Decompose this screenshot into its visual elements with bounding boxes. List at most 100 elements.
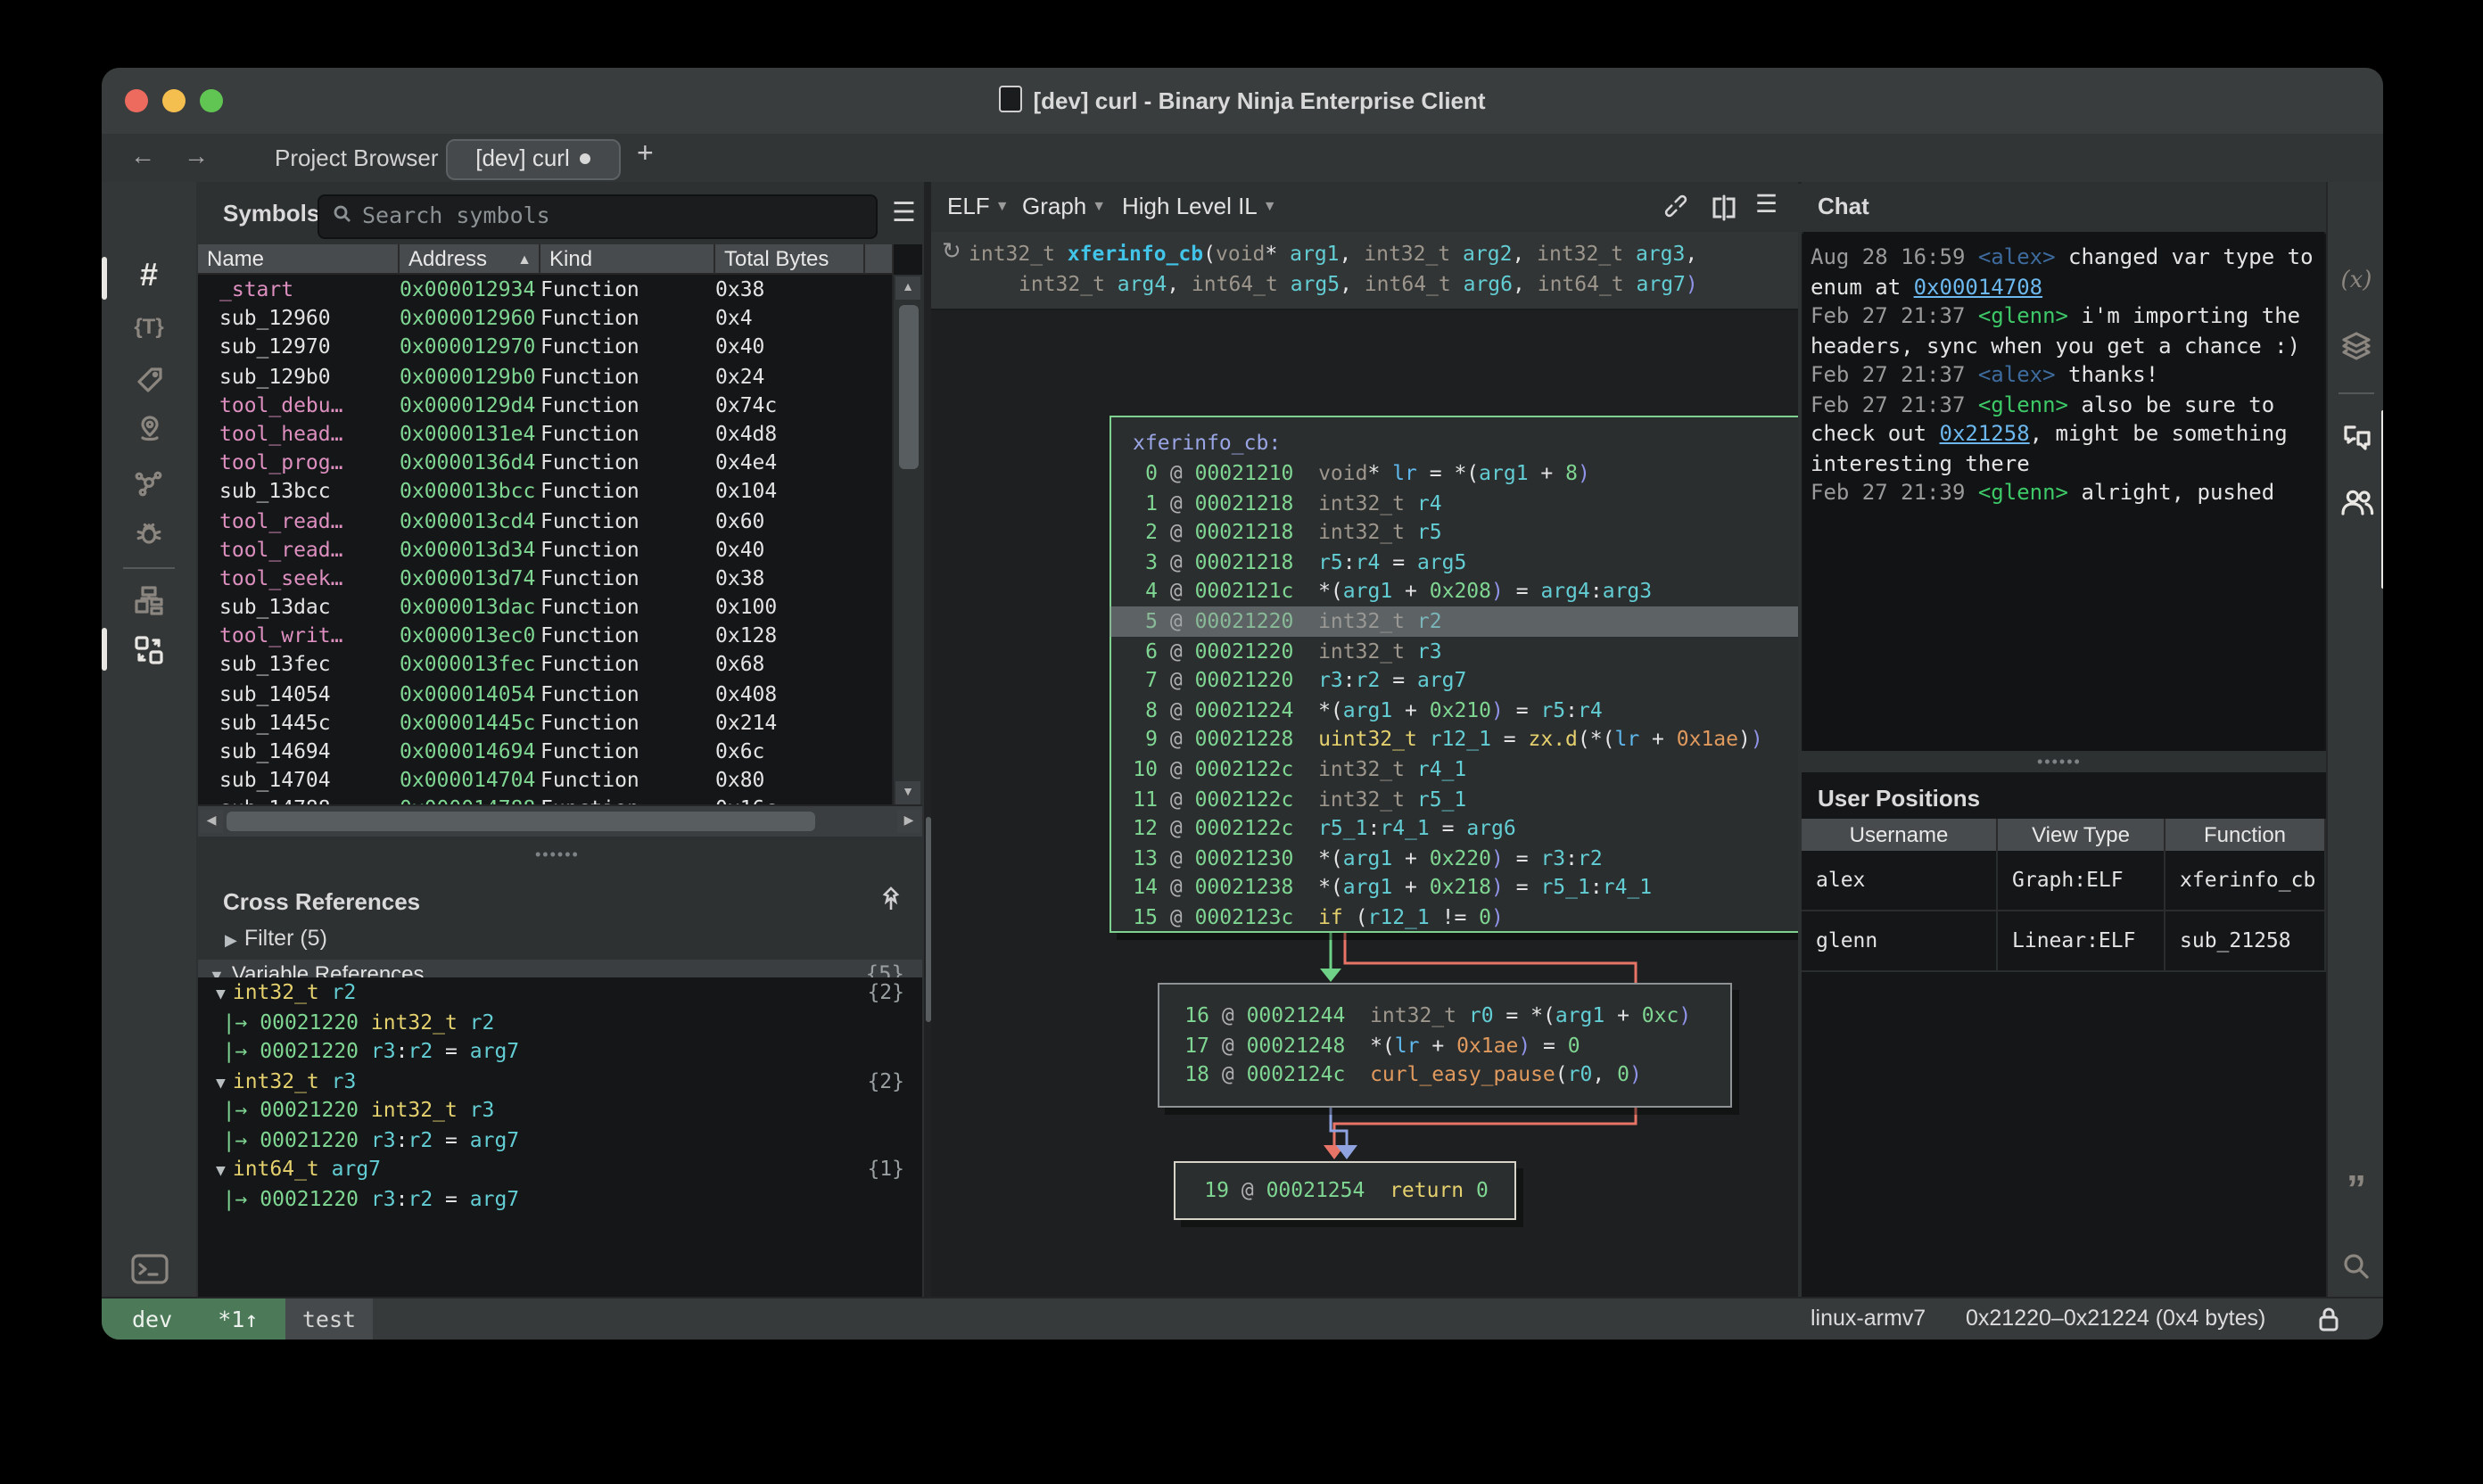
il-line-9[interactable]: 9 @ 00021228 uint32_t r12_1 = zx.d(*(lr … — [1133, 725, 1798, 754]
scroll-down-icon[interactable]: ▼ — [895, 781, 920, 804]
column-header-function[interactable]: Function — [2165, 819, 2326, 851]
xref-entry-row[interactable]: |→ 00021220 r3:r2 = arg7 — [198, 1125, 922, 1154]
chat-positions-splitter[interactable]: •••••• — [1802, 751, 2326, 772]
symbol-row[interactable]: tool_debu…0x0000129d4Function0x74c — [198, 391, 922, 419]
tab-dev-curl[interactable]: [dev] curl — [446, 139, 621, 180]
xref-group-row[interactable]: ▼int32_t r2{2} — [198, 977, 922, 1007]
symbol-row[interactable]: tool_prog…0x0000136d4Function0x4e4 — [198, 448, 922, 476]
expanded-arrow-icon[interactable]: ▼ — [216, 1075, 226, 1092]
il-line-11[interactable]: 11 @ 0002122c int32_t r5_1 — [1133, 784, 1798, 813]
triage-graph-icon[interactable] — [102, 467, 196, 507]
function-signature-line2[interactable]: int32_t arg4, int64_t arg5, int64_t arg6… — [1019, 269, 1698, 300]
xref-group-row[interactable]: ▼int32_t r3{2} — [198, 1066, 922, 1095]
il-line-4[interactable]: 4 @ 0002121c *(arg1 + 0x208) = arg4:arg3 — [1133, 577, 1798, 606]
il-line-1[interactable]: 1 @ 00021218 int32_t r4 — [1133, 488, 1798, 517]
symbol-row[interactable]: tool_read…0x000013d34Function0x40 — [198, 534, 922, 563]
symbol-row[interactable]: sub_13fec0x000013fecFunction0x68 — [198, 650, 922, 679]
symbol-row[interactable]: sub_129700x000012970Function0x40 — [198, 333, 922, 361]
symbols-hash-icon[interactable]: # — [102, 257, 196, 294]
panel-splitter-handle[interactable]: •••••• — [535, 845, 580, 863]
symbol-row[interactable]: sub_129b00x0000129b0Function0x24 — [198, 361, 922, 390]
symbol-row[interactable]: sub_147040x000014704Function0x80 — [198, 765, 922, 794]
symbol-row[interactable]: sub_13dac0x000013dacFunction0x100 — [198, 592, 922, 621]
il-line-6[interactable]: 6 @ 00021220 int32_t r3 — [1133, 636, 1798, 665]
strings-quote-icon[interactable]: ” — [2328, 1177, 2383, 1202]
function-refresh-icon[interactable]: ↻ — [942, 237, 961, 266]
branch-status[interactable]: dev *1↑ 1↓ — [102, 1298, 285, 1340]
scroll-right-icon[interactable]: ▶ — [897, 809, 920, 832]
il-line-16[interactable]: 16 @ 00021244 int32_t r0 = *(arg1 + 0xc) — [1184, 1001, 1730, 1030]
sync-icon[interactable] — [102, 635, 196, 674]
forward-icon[interactable]: → — [184, 141, 209, 169]
symbol-row[interactable]: tool_seek…0x000013d74Function0x38 — [198, 564, 922, 592]
tag-icon[interactable] — [102, 366, 196, 403]
scroll-up-icon[interactable]: ▲ — [895, 276, 920, 300]
vertical-splitter[interactable] — [924, 182, 931, 1340]
stack-layers-icon[interactable] — [2328, 332, 2383, 369]
symbols-vscroll-handle[interactable] — [898, 305, 918, 469]
chat-bubbles-icon[interactable] — [2328, 425, 2383, 462]
il-line-13[interactable]: 13 @ 00021230 *(arg1 + 0x220) = r3:r2 — [1133, 843, 1798, 872]
block-label[interactable]: xferinfo_cb: — [1133, 428, 1798, 458]
column-header-address[interactable]: Address▲ — [400, 244, 540, 275]
function-signature-line1[interactable]: int32_t xferinfo_cb(void* arg1, int32_t … — [969, 239, 1697, 269]
il-line-5[interactable]: 5 @ 00021220 int32_t r2 — [1133, 606, 1798, 636]
symbols-vertical-scrollbar[interactable]: ▲ ▼ — [892, 275, 922, 806]
column-header-kind[interactable]: Kind — [540, 244, 715, 275]
symbols-hscroll-handle[interactable] — [227, 812, 815, 831]
pin-icon[interactable] — [879, 886, 903, 922]
link-icon[interactable] — [1664, 194, 1691, 230]
xref-entry-row[interactable]: |→ 00021220 int32_t r3 — [198, 1095, 922, 1125]
view-menu-icon[interactable]: ☰ — [1755, 189, 1778, 219]
xref-entry-row[interactable]: |→ 00021220 r3:r2 = arg7 — [198, 1036, 922, 1066]
symbol-search-input[interactable]: Search symbols — [318, 194, 878, 239]
il-line-12[interactable]: 12 @ 0002122c r5_1:r4_1 = arg6 — [1133, 813, 1798, 843]
secondary-branch[interactable]: test — [285, 1298, 373, 1340]
find-icon[interactable] — [2328, 1252, 2383, 1290]
expanded-arrow-icon[interactable]: ▼ — [216, 986, 226, 1004]
column-header-name[interactable]: Name — [198, 244, 400, 275]
column-header-view-type[interactable]: View Type — [1998, 819, 2165, 851]
symbol-row[interactable]: sub_1445c0x00001445cFunction0x214 — [198, 708, 922, 737]
location-pin-icon[interactable] — [102, 416, 196, 453]
il-line-8[interactable]: 8 @ 00021224 *(arg1 + 0x210) = r5:r4 — [1133, 696, 1798, 725]
symbol-row[interactable]: tool_read…0x000013cd4Function0x60 — [198, 506, 922, 534]
user-position-row[interactable]: alexGraph:ELFxferinfo_cb — [1802, 851, 2326, 911]
debugger-bug-icon[interactable] — [102, 519, 196, 558]
xref-entry-row[interactable]: |→ 00021220 r3:r2 = arg7 — [198, 1183, 922, 1213]
symbol-row[interactable]: sub_146940x000014694Function0x6c — [198, 737, 922, 765]
splitter-grip[interactable] — [925, 817, 930, 1022]
view-layout-menu[interactable]: Graph▼ — [1022, 193, 1106, 219]
il-line-15[interactable]: 15 @ 0002123c if (r12_1 != 0) — [1133, 903, 1798, 932]
graph-block-entry[interactable]: xferinfo_cb:0 @ 00021210 void* lr = *(ar… — [1110, 416, 1798, 933]
symbols-menu-icon[interactable]: ☰ — [892, 196, 916, 228]
symbol-row[interactable]: sub_140540x000014054Function0x408 — [198, 679, 922, 707]
graph-block-true[interactable]: 16 @ 00021244 int32_t r0 = *(arg1 + 0xc)… — [1158, 983, 1732, 1108]
il-line-10[interactable]: 10 @ 0002122c int32_t r4_1 — [1133, 754, 1798, 784]
column-header-username[interactable]: Username — [1802, 819, 1998, 851]
graph-block-return[interactable]: 19 @ 00021254 return 0 — [1174, 1161, 1516, 1220]
graph-canvas[interactable]: xferinfo_cb:0 @ 00021210 void* lr = *(ar… — [931, 309, 1798, 1340]
mini-graph-icon[interactable] — [102, 585, 196, 624]
il-line-0[interactable]: 0 @ 00021210 void* lr = *(arg1 + 8) — [1133, 458, 1798, 488]
terminal-icon[interactable] — [102, 1252, 196, 1297]
il-line-3[interactable]: 3 @ 00021218 r5:r4 = arg5 — [1133, 548, 1798, 577]
expanded-arrow-icon[interactable]: ▼ — [216, 1163, 226, 1181]
il-line-19[interactable]: 19 @ 00021254 return 0 — [1204, 1175, 1514, 1205]
scroll-left-icon[interactable]: ◀ — [200, 809, 223, 832]
chat-message-list[interactable]: Aug 28 16:59 <alex> changed var type to … — [1803, 232, 2324, 751]
user-position-row[interactable]: glennLinear:ELFsub_21258 — [1802, 911, 2326, 972]
il-line-17[interactable]: 17 @ 00021248 *(lr + 0x1ae) = 0 — [1184, 1030, 1730, 1059]
column-header-total-bytes[interactable]: Total Bytes — [715, 244, 865, 275]
symbol-row[interactable]: sub_129600x000012960Function0x4 — [198, 303, 922, 332]
tab-project-browser[interactable]: Project Browser — [275, 144, 439, 171]
split-view-icon[interactable] — [1711, 194, 1737, 230]
symbol-row[interactable]: _start0x000012934Function0x38 — [198, 275, 922, 303]
il-line-7[interactable]: 7 @ 00021220 r3:r2 = arg7 — [1133, 665, 1798, 695]
symbol-row[interactable]: sub_13bcc0x000013bccFunction0x104 — [198, 477, 922, 506]
variables-icon[interactable]: (x) — [2328, 268, 2383, 294]
il-level-menu[interactable]: High Level IL▼ — [1122, 193, 1277, 219]
lock-icon[interactable] — [2317, 1306, 2340, 1340]
symbols-horizontal-scrollbar[interactable]: ◀ ▶ — [198, 804, 922, 837]
new-tab-button[interactable]: + — [637, 139, 654, 171]
